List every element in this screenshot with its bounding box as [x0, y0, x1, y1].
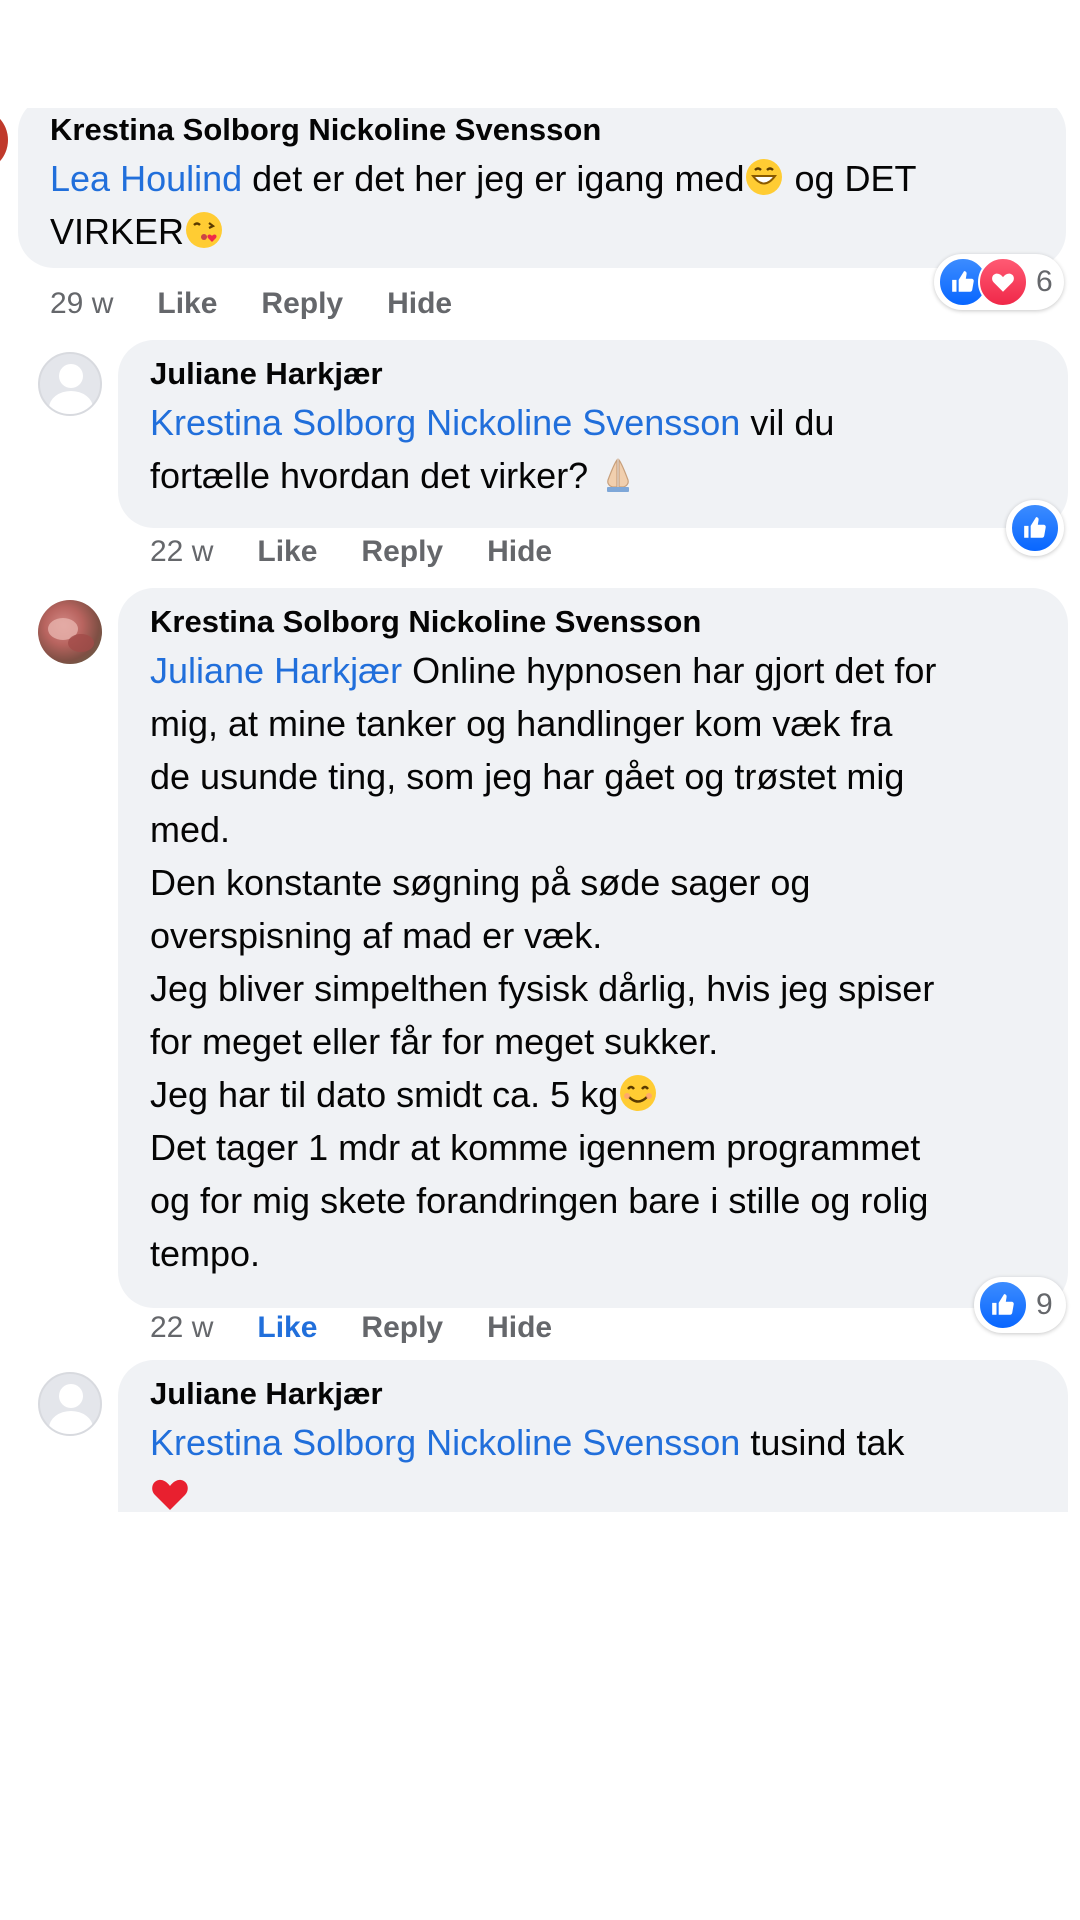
avatar[interactable] [38, 1372, 102, 1436]
comment-bubble: Krestina Solborg Nickoline Svensson Lea … [18, 108, 1066, 268]
comment-line: mig, at mine tanker og handlinger kom væ… [150, 703, 893, 744]
comment-line: Den konstante søgning på søde sager og [150, 862, 811, 903]
comment-line: de usunde ting, som jeg har gået og trøs… [150, 756, 905, 797]
comment-author[interactable]: Juliane Harkjær [150, 1372, 1038, 1416]
comment-line: Det tager 1 mdr at komme igennem program… [150, 1127, 921, 1168]
love-reaction-icon [978, 257, 1028, 307]
comment-line: med. [150, 809, 231, 850]
comment-line: Jeg har til dato smidt ca. 5 kg [150, 1074, 619, 1115]
comment-text-part: det er det her jeg er igang med [242, 158, 745, 199]
comment-text-part: og DET [784, 158, 917, 199]
comment-thread: Krestina Solborg Nickoline Svensson Lea … [0, 108, 1080, 1512]
comment-line: tempo. [150, 1233, 261, 1274]
comment-line: og for mig skete forandringen bare i sti… [150, 1180, 929, 1221]
mention-link[interactable]: Krestina Solborg Nickoline Svensson [150, 402, 740, 443]
comment-text-part: tusind tak [740, 1422, 905, 1463]
comment-actions: 29 w Like Reply Hide [50, 284, 496, 324]
kissing-face-emoji-icon [186, 212, 223, 248]
comment-text: Krestina Solborg Nickoline Svensson vil … [150, 396, 1038, 502]
like-button[interactable]: Like [257, 535, 317, 569]
avatar-placeholder-head [59, 1384, 83, 1408]
reply-button[interactable]: Reply [361, 1311, 443, 1345]
avatar-placeholder-body [49, 391, 93, 414]
reaction-summary[interactable]: 6 [934, 254, 1064, 310]
comment-time[interactable]: 22 w [150, 535, 213, 569]
red-heart-emoji-icon [152, 1479, 188, 1510]
reply-button[interactable]: Reply [361, 535, 443, 569]
avatar-placeholder-head [59, 364, 83, 388]
comment-text-part: Online hypnosen har gjort det for [402, 650, 937, 691]
comment-author[interactable]: Juliane Harkjær [150, 352, 1038, 396]
comment-time[interactable]: 29 w [50, 287, 113, 321]
mention-link[interactable]: Juliane Harkjær [150, 650, 402, 691]
avatar[interactable] [38, 600, 102, 664]
comment-line: for meget eller får for meget sukker. [150, 1021, 719, 1062]
comment-bubble: Juliane Harkjær Krestina Solborg Nickoli… [118, 340, 1068, 528]
like-button[interactable]: Like [157, 287, 217, 321]
comment-text-part: vil du [740, 402, 835, 443]
comment-text: Juliane Harkjær Online hypnosen har gjor… [150, 644, 1038, 1280]
reaction-count: 9 [1036, 1288, 1053, 1321]
comment-author[interactable]: Krestina Solborg Nickoline Svensson [150, 600, 1038, 644]
avatar-photo-detail [68, 634, 94, 652]
hide-button[interactable]: Hide [387, 287, 452, 321]
comment-bubble: Krestina Solborg Nickoline Svensson Juli… [118, 588, 1068, 1308]
avatar-placeholder-body [49, 1411, 93, 1434]
mention-link[interactable]: Lea Houlind [50, 158, 242, 199]
reaction-summary[interactable]: 9 [974, 1277, 1066, 1333]
like-reaction-icon [1010, 503, 1060, 553]
folded-hands-emoji-icon [607, 458, 630, 492]
hide-button[interactable]: Hide [487, 1311, 552, 1345]
top-blank-area [0, 0, 1080, 108]
avatar[interactable] [38, 352, 102, 416]
comment-text: Lea Houlind det er det her jeg er igang … [50, 152, 1036, 258]
comment-line: Jeg bliver simpelthen fysisk dårlig, hvi… [150, 968, 935, 1009]
comment-text-part: VIRKER [50, 211, 185, 252]
comment-author[interactable]: Krestina Solborg Nickoline Svensson [50, 108, 1036, 152]
smiling-face-emoji-icon [620, 1075, 657, 1111]
grinning-face-emoji-icon [746, 159, 783, 195]
avatar[interactable] [0, 108, 8, 172]
comment-actions: 22 w Like Reply Hide [150, 532, 596, 572]
comment-time[interactable]: 22 w [150, 1311, 213, 1345]
like-button[interactable]: Like [257, 1311, 317, 1345]
comment-text-part: fortælle hvordan det virker? [150, 455, 599, 496]
reaction-summary[interactable] [1006, 500, 1064, 556]
hide-button[interactable]: Hide [487, 535, 552, 569]
comment-bubble: Juliane Harkjær Krestina Solborg Nickoli… [118, 1360, 1068, 1512]
comment-actions: 22 w Like Reply Hide [150, 1308, 596, 1348]
comment-line: overspisning af mad er væk. [150, 915, 603, 956]
comment-text: Krestina Solborg Nickoline Svensson tusi… [150, 1416, 1038, 1512]
reaction-count: 6 [1036, 265, 1053, 298]
mention-link[interactable]: Krestina Solborg Nickoline Svensson [150, 1422, 740, 1463]
like-reaction-icon [978, 1280, 1028, 1330]
reply-button[interactable]: Reply [261, 287, 343, 321]
